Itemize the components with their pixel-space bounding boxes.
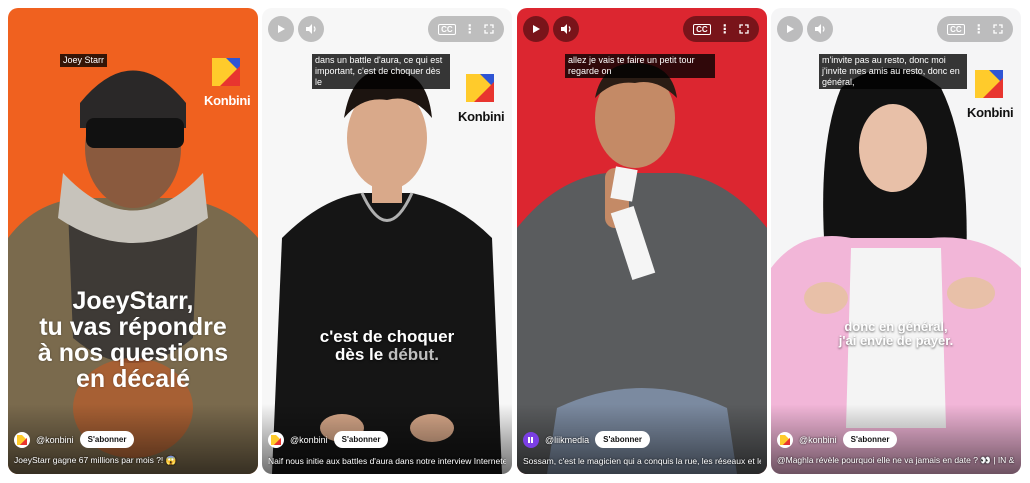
fullscreen-icon[interactable]: [484, 24, 494, 34]
captions-button[interactable]: CC: [438, 23, 456, 35]
konbini-avatar-icon: [780, 434, 790, 445]
konbini-logo-text: Konbini: [204, 93, 251, 108]
volume-button[interactable]: [298, 16, 324, 42]
overlay-line-2: dès le début.: [272, 346, 502, 364]
more-icon[interactable]: ⋮: [973, 23, 985, 35]
volume-button[interactable]: [553, 16, 579, 42]
overlay-subtitle: donc en général, j'ai envie de payer.: [781, 320, 1011, 348]
player-controls: CC ⋮: [683, 16, 759, 42]
overlay-line-2a: dès le: [335, 345, 388, 364]
channel-name[interactable]: @liikmedia: [545, 435, 589, 445]
overlay-line-1: c'est de choquer: [319, 327, 455, 346]
play-icon: [787, 25, 794, 33]
short-card-joeystarr[interactable]: Joey Starr Konbini JoeyStarr, tu vas rép…: [8, 8, 258, 474]
fullscreen-icon[interactable]: [739, 24, 749, 34]
short-card-sossam[interactable]: CC ⋮ allez je vais te faire un petit tou…: [517, 8, 767, 474]
top-caption: m'invite pas au resto, donc moi j'invite…: [819, 54, 967, 89]
play-icon: [533, 25, 540, 33]
konbini-logo-text: Konbini: [458, 109, 505, 124]
subscribe-button[interactable]: S'abonner: [595, 431, 650, 448]
channel-avatar[interactable]: [268, 431, 284, 448]
volume-button[interactable]: [807, 16, 833, 42]
konbini-logo: Konbini: [458, 74, 505, 124]
channel-row: @konbini S'abonner: [777, 431, 898, 448]
short-card-naif[interactable]: CC ⋮ dans un battle d'aura, ce qui est i…: [262, 8, 512, 474]
overlay-line-2: j'ai envie de payer.: [838, 333, 954, 348]
video-title[interactable]: JoeyStarr gagne 67 millions par mois ?! …: [14, 455, 252, 466]
channel-name[interactable]: @konbini: [36, 435, 74, 445]
fullscreen-icon[interactable]: [993, 24, 1003, 34]
channel-avatar[interactable]: [777, 431, 793, 448]
play-button[interactable]: [777, 16, 803, 42]
channel-row: @konbini S'abonner: [14, 431, 135, 448]
subscribe-button[interactable]: S'abonner: [79, 431, 135, 448]
subscribe-button[interactable]: S'abonner: [842, 431, 898, 448]
volume-icon: [561, 24, 571, 34]
liik-avatar-icon: [528, 436, 533, 443]
konbini-avatar-icon: [17, 434, 27, 445]
play-icon: [278, 25, 285, 33]
shorts-row: Joey Starr Konbini JoeyStarr, tu vas rép…: [0, 0, 1030, 483]
konbini-logo-icon: [466, 74, 494, 102]
play-button[interactable]: [268, 16, 294, 42]
short-card-maghla[interactable]: CC ⋮ m'invite pas au resto, donc moi j'i…: [771, 8, 1021, 474]
overlay-line-2b: début.: [387, 345, 439, 364]
subscribe-button[interactable]: S'abonner: [333, 431, 389, 448]
video-title[interactable]: Sossam, c'est le magicien qui a conquis …: [523, 456, 761, 466]
volume-icon: [306, 24, 316, 34]
konbini-logo-icon: [212, 58, 240, 86]
konbini-logo-text: Konbini: [967, 105, 1014, 120]
channel-avatar[interactable]: [14, 431, 30, 448]
overlay-line-1: donc en général,: [844, 319, 948, 334]
channel-row: @liikmedia S'abonner: [523, 431, 650, 448]
volume-icon: [815, 24, 825, 34]
channel-name[interactable]: @konbini: [799, 435, 837, 445]
captions-button[interactable]: CC: [947, 23, 965, 35]
player-controls: CC ⋮: [937, 16, 1013, 42]
top-caption: dans un battle d'aura, ce qui est import…: [312, 54, 450, 89]
more-icon[interactable]: ⋮: [464, 23, 476, 35]
channel-row: @konbini S'abonner: [268, 431, 389, 448]
more-icon[interactable]: ⋮: [719, 23, 731, 35]
overlay-subtitle: c'est de choquer dès le début.: [272, 328, 502, 364]
video-title[interactable]: @Maghla révèle pourquoi elle ne va jamai…: [777, 455, 1015, 466]
overlay-headline: JoeyStarr, tu vas répondre à nos questio…: [37, 287, 229, 393]
top-caption: Joey Starr: [60, 54, 108, 67]
play-button[interactable]: [523, 16, 549, 42]
top-caption: allez je vais te faire un petit tour reg…: [565, 54, 715, 78]
konbini-logo: Konbini: [967, 70, 1014, 120]
video-title[interactable]: Naif nous initie aux battles d'aura dans…: [268, 456, 506, 466]
konbini-logo-icon: [975, 70, 1003, 98]
player-controls: CC ⋮: [428, 16, 504, 42]
captions-button[interactable]: CC: [693, 23, 711, 35]
konbini-logo: Konbini: [204, 58, 251, 108]
channel-avatar[interactable]: [523, 431, 539, 448]
channel-name[interactable]: @konbini: [290, 435, 328, 445]
konbini-avatar-icon: [271, 434, 281, 445]
